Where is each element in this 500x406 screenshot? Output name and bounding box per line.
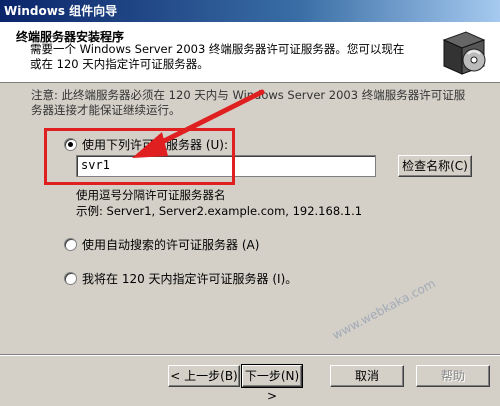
help-button[interactable]: 帮助: [416, 365, 490, 387]
radio-specify-later-label[interactable]: 我将在 120 天内指定许可证服务器 (I)。: [82, 270, 297, 287]
hint-line-1: 使用逗号分隔许可证服务器名: [76, 188, 226, 202]
radio-auto-discover-label[interactable]: 使用自动搜索的许可证服务器 (A): [82, 236, 259, 253]
radio-specify-later[interactable]: [64, 272, 77, 285]
wizard-window: Windows 组件向导 终端服务器安装程序 需要一个 Windows Serv…: [0, 0, 500, 403]
back-button[interactable]: < 上一步(B): [168, 365, 240, 387]
highlight-box: [44, 128, 235, 185]
license-note: 注意: 此终端服务器必须在 120 天内与 Windows Server 200…: [31, 88, 466, 117]
window-title: Windows 组件向导: [4, 4, 118, 18]
wizard-header: 终端服务器安装程序 需要一个 Windows Server 2003 终端服务器…: [0, 22, 500, 83]
hint-line-2: 示例: Server1, Server2.example.com, 192.16…: [76, 204, 363, 218]
radio-auto-discover[interactable]: [64, 238, 77, 251]
watermark: www.webkaka.com: [330, 276, 438, 343]
next-button[interactable]: 下一步(N) >: [241, 364, 303, 403]
cancel-button[interactable]: 取消: [330, 365, 404, 387]
page-subtitle: 需要一个 Windows Server 2003 终端服务器许可证服务器。您可以…: [30, 42, 405, 71]
check-names-button[interactable]: 检查名称(C): [398, 155, 472, 177]
footer-separator: [0, 354, 500, 356]
server-hint: 使用逗号分隔许可证服务器名 示例: Server1, Server2.examp…: [76, 187, 362, 219]
terminal-server-box-icon: [438, 26, 490, 78]
title-bar: Windows 组件向导: [0, 0, 500, 22]
